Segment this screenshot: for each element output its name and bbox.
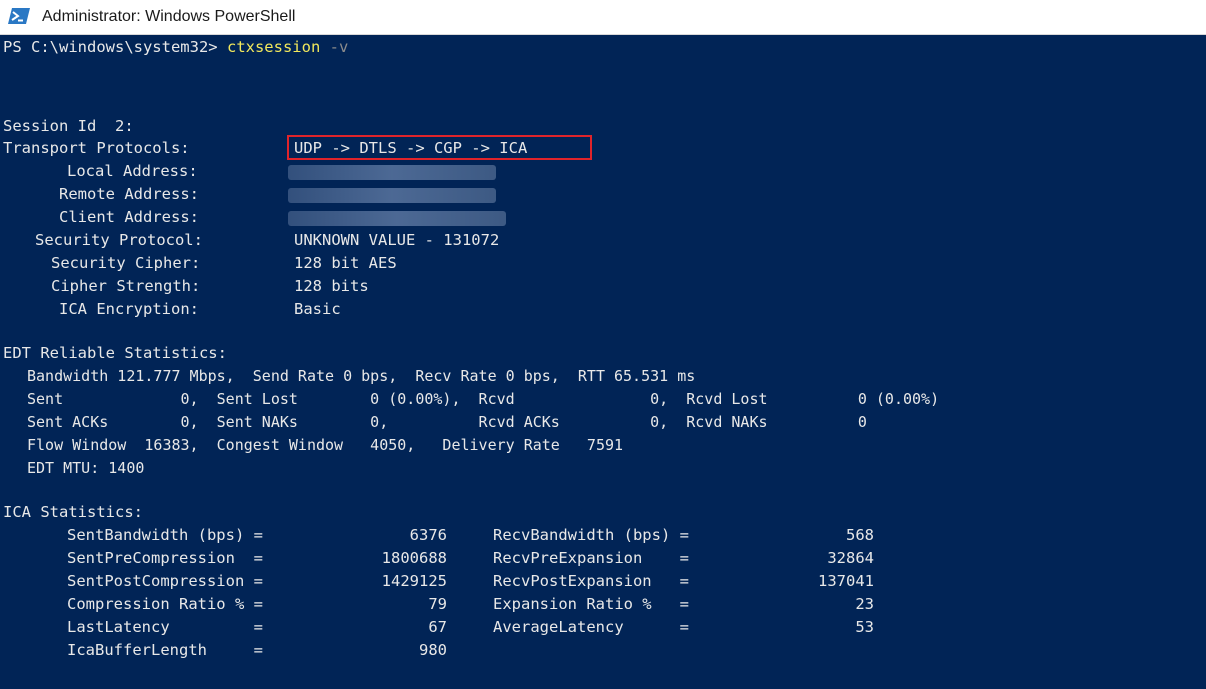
local-address-label: Local Address:	[67, 162, 198, 180]
edt-header: EDT Reliable Statistics:	[3, 344, 227, 362]
security-protocol-label: Security Protocol:	[35, 231, 203, 249]
ica-header: ICA Statistics:	[3, 503, 143, 521]
remote-address-redacted	[288, 188, 496, 203]
powershell-window: Administrator: Windows PowerShell PS C:\…	[0, 0, 1206, 689]
prompt-flag: -v	[329, 38, 349, 56]
edt-flow-line: Flow Window 16383, Congest Window 4050, …	[27, 436, 624, 454]
security-cipher-value: 128 bit AES	[294, 254, 397, 272]
console-output[interactable]: PS C:\windows\system32> ctxsession -v Se…	[0, 35, 1206, 689]
ica-left-label: LastLatency =	[67, 618, 263, 636]
transport-highlight-box	[287, 135, 592, 160]
edt-bandwidth-line: Bandwidth 121.777 Mbps, Send Rate 0 bps,…	[27, 367, 696, 385]
cipher-strength-label: Cipher Strength:	[51, 277, 201, 295]
ica-right-label: RecvPostExpansion =	[493, 572, 689, 590]
ica-left-value: 67	[428, 618, 447, 636]
remote-address-label: Remote Address:	[59, 185, 199, 203]
window-title: Administrator: Windows PowerShell	[42, 8, 296, 25]
edt-acks-line: Sent ACKs 0, Sent NAKs 0, Rcvd ACKs 0, R…	[27, 413, 867, 431]
ica-right-label: RecvBandwidth (bps) =	[493, 526, 689, 544]
ica-left-value: 1800688	[381, 549, 447, 567]
ica-left-value: 79	[428, 595, 447, 613]
ica-left-value: 980	[419, 641, 447, 659]
ica-encryption-value: Basic	[294, 300, 341, 318]
ica-right-label: Expansion Ratio % =	[493, 595, 689, 613]
ica-right-value: 32864	[827, 549, 874, 567]
ica-right-value: 23	[855, 595, 874, 613]
ica-right-value: 568	[846, 526, 874, 544]
ica-left-label: SentPostCompression =	[67, 572, 263, 590]
ica-right-label: RecvPreExpansion =	[493, 549, 689, 567]
client-address-label: Client Address:	[59, 208, 199, 226]
client-address-redacted	[288, 211, 506, 226]
ica-left-label: SentBandwidth (bps) =	[67, 526, 263, 544]
ica-left-label: SentPreCompression =	[67, 549, 263, 567]
edt-mtu-line: EDT MTU: 1400	[27, 459, 145, 477]
security-protocol-value: UNKNOWN VALUE - 131072	[294, 231, 500, 249]
local-address-redacted	[288, 165, 496, 180]
ica-left-value: 6376	[409, 526, 447, 544]
cipher-strength-value: 128 bits	[294, 277, 369, 295]
edt-sent-line: Sent 0, Sent Lost 0 (0.00%), Rcvd 0, Rcv…	[27, 390, 940, 408]
title-bar[interactable]: Administrator: Windows PowerShell	[0, 0, 1206, 35]
session-id-label: Session Id 2:	[3, 117, 134, 135]
prompt-line: PS C:\windows\system32> ctxsession -v	[3, 38, 348, 56]
ica-left-value: 1429125	[381, 572, 447, 590]
ica-left-label: IcaBufferLength =	[67, 641, 263, 659]
ica-right-value: 137041	[818, 572, 874, 590]
prompt-command: ctxsession	[226, 38, 321, 56]
prompt-path: PS C:\windows\system32>	[3, 38, 218, 56]
transport-protocols-label: Transport Protocols:	[3, 139, 190, 157]
ica-right-value: 53	[855, 618, 874, 636]
security-cipher-label: Security Cipher:	[51, 254, 201, 272]
ica-encryption-label: ICA Encryption:	[59, 300, 199, 318]
powershell-icon	[8, 8, 30, 24]
ica-left-label: Compression Ratio % =	[67, 595, 263, 613]
ica-right-label: AverageLatency =	[493, 618, 689, 636]
